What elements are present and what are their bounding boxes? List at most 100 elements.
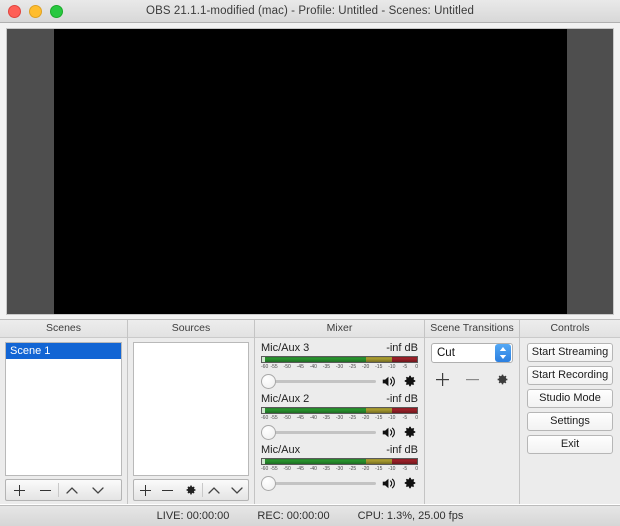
- close-window-button[interactable]: [8, 4, 21, 18]
- meter-tick-label: -40: [309, 364, 317, 370]
- meter-tick-label: -35: [322, 415, 331, 421]
- mixer-channel-controls: [261, 475, 418, 491]
- meter-tick-label: -25: [348, 415, 357, 421]
- meter-red-zone: [392, 408, 417, 413]
- sources-toolbar: [133, 479, 249, 501]
- scenes-panel: Scenes Scene 1: [0, 320, 128, 504]
- meter-yellow-zone: [365, 357, 393, 362]
- volume-slider[interactable]: [261, 475, 376, 491]
- audio-settings-gear-icon[interactable]: [402, 475, 418, 491]
- sources-panel-body: [128, 338, 254, 504]
- meter-tick-label: -60: [261, 466, 269, 472]
- move-scene-down-button[interactable]: [85, 480, 111, 500]
- audio-settings-gear-icon[interactable]: [402, 424, 418, 440]
- meter-tick-label: -25: [348, 466, 357, 472]
- mute-speaker-icon[interactable]: [381, 475, 397, 491]
- meter-tick-label: -60: [261, 415, 269, 421]
- remove-source-button[interactable]: [157, 480, 180, 500]
- mixer-channel-db: -inf dB: [386, 444, 418, 456]
- transition-selected-value: Cut: [437, 347, 455, 359]
- exit-button[interactable]: Exit: [527, 435, 613, 454]
- meter-tick-label: -30: [335, 415, 344, 421]
- live-time-status: LIVE: 00:00:00: [156, 510, 230, 522]
- remove-scene-button[interactable]: [32, 480, 58, 500]
- move-source-down-button[interactable]: [225, 480, 248, 500]
- add-source-button[interactable]: [134, 480, 157, 500]
- scene-list-item[interactable]: Scene 1: [6, 343, 121, 359]
- mixer-level-meter: [261, 356, 418, 363]
- move-source-up-button[interactable]: [203, 480, 226, 500]
- mute-speaker-icon[interactable]: [381, 424, 397, 440]
- settings-button[interactable]: Settings: [527, 412, 613, 431]
- chevron-updown-icon[interactable]: [495, 344, 511, 362]
- meter-green-zone: [265, 357, 366, 362]
- sources-panel-title: Sources: [128, 320, 254, 338]
- meter-tick-label: -50: [283, 364, 291, 370]
- volume-slider-track: [261, 430, 376, 434]
- meter-tick-label: 0: [415, 415, 418, 421]
- transition-buttons: [431, 371, 513, 387]
- preview-letterbox[interactable]: [6, 28, 614, 315]
- meter-tick-label: -20: [362, 415, 370, 421]
- meter-tick-label: -60: [261, 364, 269, 370]
- mixer-level-meter: [261, 407, 418, 414]
- mixer-channel-name: Mic/Aux 3: [261, 342, 310, 354]
- meter-green-zone: [265, 459, 366, 464]
- scenes-panel-body: Scene 1: [0, 338, 127, 504]
- volume-slider-knob[interactable]: [261, 475, 276, 491]
- start-recording-button[interactable]: Start Recording: [527, 366, 613, 385]
- transition-select[interactable]: Cut: [431, 343, 513, 363]
- meter-tick-label: -10: [388, 364, 396, 370]
- meter-tick-label: -35: [322, 364, 331, 370]
- meter-tick-label: -40: [309, 415, 317, 421]
- add-scene-button[interactable]: [6, 480, 32, 500]
- maximize-window-button[interactable]: [50, 4, 63, 18]
- meter-tick-label: -30: [335, 466, 344, 472]
- mute-speaker-icon[interactable]: [381, 373, 397, 389]
- rec-time-status: REC: 00:00:00: [257, 510, 330, 522]
- mixer-channel: Mic/Aux 3 -inf dB -60 -55 -50 -45 -40 -35 -30-…: [261, 342, 418, 389]
- source-properties-gear-icon[interactable]: [179, 480, 202, 500]
- meter-tick-label: -45: [296, 415, 304, 421]
- scene-transitions-panel: Scene Transitions Cut: [425, 320, 520, 504]
- remove-transition-button[interactable]: [464, 371, 480, 387]
- audio-settings-gear-icon[interactable]: [402, 373, 418, 389]
- scenes-list[interactable]: Scene 1: [5, 342, 122, 476]
- minimize-window-button[interactable]: [29, 4, 42, 18]
- start-streaming-button[interactable]: Start Streaming: [527, 343, 613, 362]
- meter-tick-label: -45: [296, 364, 304, 370]
- preview-canvas[interactable]: [53, 29, 567, 314]
- meter-red-zone: [392, 459, 417, 464]
- meter-scale: -60 -55 -50 -45 -40 -35 -30 -25 -20 -15 -10 -5 0: [261, 363, 418, 372]
- meter-tick-label: 0: [415, 466, 418, 472]
- mixer-channel: Mic/Aux 2 -inf dB -60 -55 -50 -45 -40 -35 -30-…: [261, 393, 418, 440]
- transition-properties-gear-icon[interactable]: [494, 371, 510, 387]
- meter-tick-label: -10: [388, 415, 396, 421]
- mixer-channel-header: Mic/Aux -inf dB: [261, 444, 418, 456]
- scene-transitions-panel-title: Scene Transitions: [425, 320, 519, 338]
- add-transition-button[interactable]: [434, 371, 450, 387]
- meter-yellow-zone: [365, 459, 393, 464]
- scenes-panel-title: Scenes: [0, 320, 127, 338]
- meter-tick-label: -40: [309, 466, 317, 472]
- volume-slider-knob[interactable]: [261, 424, 276, 440]
- preview-area[interactable]: [0, 23, 620, 319]
- volume-slider-knob[interactable]: [261, 373, 276, 389]
- meter-scale: -60 -55 -50 -45 -40 -35 -30 -25 -20 -15 -10 -5 0: [261, 465, 418, 474]
- sources-list[interactable]: [133, 342, 249, 476]
- mixer-channel-db: -inf dB: [386, 342, 418, 354]
- meter-tick-label: -50: [283, 415, 291, 421]
- meter-tick-label: -5: [402, 415, 408, 421]
- volume-slider[interactable]: [261, 373, 376, 389]
- move-scene-up-button[interactable]: [59, 480, 85, 500]
- mixer-channel-name: Mic/Aux 2: [261, 393, 310, 405]
- meter-scale: -60 -55 -50 -45 -40 -35 -30 -25 -20 -15 -10 -5 0: [261, 414, 418, 423]
- meter-tick-label: -25: [348, 364, 357, 370]
- meter-tick-label: -20: [362, 364, 370, 370]
- meter-tick-label: -35: [322, 466, 331, 472]
- meter-tick-label: -15: [375, 415, 383, 421]
- controls-panel-title: Controls: [520, 320, 620, 338]
- meter-tick-label: -50: [283, 466, 291, 472]
- studio-mode-button[interactable]: Studio Mode: [527, 389, 613, 408]
- volume-slider[interactable]: [261, 424, 376, 440]
